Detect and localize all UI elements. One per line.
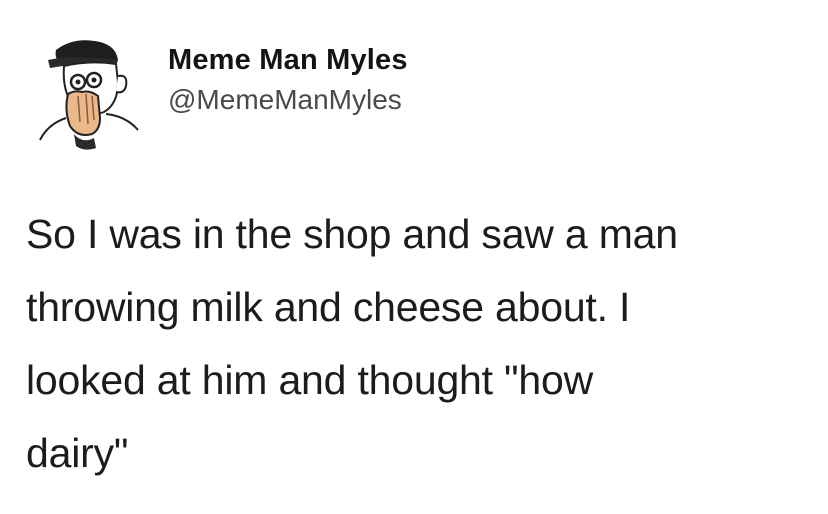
author-avatar[interactable] (34, 30, 142, 152)
author-handle[interactable]: @MemeManMyles (168, 82, 408, 118)
tweet-text-line: throwing milk and cheese about. I (26, 284, 631, 330)
tweet-text-line: So I was in the shop and saw a man (26, 211, 678, 257)
tweet-text-line: dairy" (26, 430, 129, 476)
tweet-text: So I was in the shop and saw a man throw… (26, 198, 822, 490)
author-identity: Meme Man Myles @MemeManMyles (168, 42, 408, 118)
author-display-name[interactable]: Meme Man Myles (168, 42, 408, 78)
meme-man-avatar-icon (39, 40, 139, 150)
tweet-text-line: looked at him and thought "how (26, 357, 593, 403)
tweet-card: Meme Man Myles @MemeManMyles So I was in… (0, 0, 828, 514)
